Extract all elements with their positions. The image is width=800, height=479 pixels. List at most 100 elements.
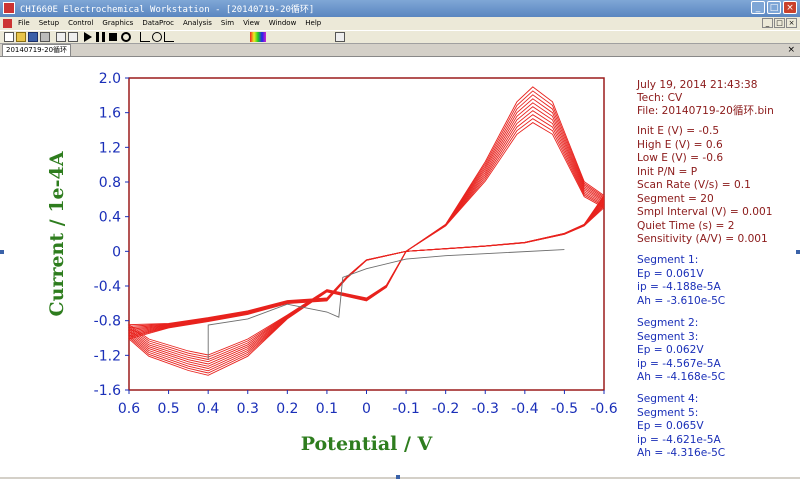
cv-chart: 0.6 0.5 0.4 0.3 0.2 0.1 0 -0.1 -0.2 -0.3 -0.4 -0.5-… (46, 71, 618, 455)
seg1-ah: Ah = -3.610e-5C (637, 295, 726, 307)
seg3-title: Segment 3: (637, 331, 699, 343)
y-tick-label: 0.4 (99, 210, 121, 226)
save-icon[interactable] (28, 32, 38, 42)
menu-items: File Setup Control Graphics DataProc Ana… (18, 17, 330, 30)
left-resize-handle[interactable] (0, 250, 4, 254)
x-tick-label: -0.6 (590, 401, 617, 417)
seg1-title: Segment 1: (637, 254, 699, 266)
minimize-button[interactable]: _ (751, 1, 765, 14)
menu-setup[interactable]: Setup (39, 17, 59, 30)
print-icon[interactable] (40, 32, 50, 42)
seg3-ip: ip = -4.567e-5A (637, 358, 721, 370)
seg1-ip: ip = -4.188e-5A (637, 281, 721, 293)
seg4-title: Segment 4: (637, 393, 699, 405)
seg5-ip: ip = -4.621e-5A (637, 434, 721, 446)
cv-cycle-line (128, 90, 605, 374)
param-sensitivity: Sensitivity (A/V) = 0.001 (637, 233, 768, 245)
graph-icon[interactable] (140, 32, 150, 42)
color-icon[interactable] (250, 32, 266, 42)
cv-cycle-line (127, 98, 605, 369)
help-icon[interactable] (335, 32, 345, 42)
x-tick-label: 0 (362, 401, 371, 417)
new-icon[interactable] (4, 32, 14, 42)
maximize-button[interactable]: □ (767, 1, 781, 14)
y-tick-label: 0.8 (99, 175, 121, 191)
y-tick-label: -0.4 (94, 279, 121, 295)
zoom-icon[interactable] (152, 32, 162, 42)
x-tick-label: 0.2 (276, 401, 298, 417)
param-sample-interval: Smpl Interval (V) = 0.001 (637, 206, 773, 218)
plot-frame (128, 77, 605, 391)
param-quiet-time: Quiet Time (s) = 2 (637, 220, 735, 232)
stop-icon[interactable] (109, 33, 117, 41)
cv-cycle-line (127, 110, 605, 363)
toolbar (0, 30, 800, 44)
app-icon (3, 2, 15, 14)
y-tick-label: -0.8 (94, 314, 121, 330)
menu-file[interactable]: File (18, 17, 30, 30)
menu-analysis[interactable]: Analysis (183, 17, 212, 30)
cv-cycle-line (128, 94, 605, 372)
x-tick-label: 0.5 (157, 401, 179, 417)
run-icon[interactable] (84, 32, 92, 42)
right-resize-handle[interactable] (796, 250, 800, 254)
title-bar: CHI660E Electrochemical Workstation - [2… (0, 0, 800, 18)
param-init-e: Init E (V) = -0.5 (637, 125, 720, 137)
bottom-resize-handle[interactable] (396, 475, 400, 479)
document-tab-bar: 20140719-20循环 × (0, 44, 800, 56)
seg5-ep: Ep = 0.065V (637, 420, 704, 432)
x-tick-label: 0.1 (316, 401, 338, 417)
window-title: CHI660E Electrochemical Workstation - [2… (20, 5, 315, 15)
document-tab[interactable]: 20140719-20循环 (2, 44, 72, 56)
param-segment: Segment = 20 (637, 193, 714, 205)
pause-icon[interactable] (96, 32, 105, 42)
y-tick-label: 2.0 (99, 71, 121, 87)
cv-cycle-line (128, 86, 605, 376)
menu-control[interactable]: Control (68, 17, 93, 30)
y-tick-label: 1.2 (99, 140, 121, 156)
seg2-title: Segment 2: (637, 317, 699, 329)
x-tick-label: -0.4 (511, 401, 538, 417)
info-file: File: 20140719-20循环.bin (637, 105, 774, 117)
seg5-title: Segment 5: (637, 407, 699, 419)
x-tick-label: 0.6 (118, 401, 140, 417)
menu-sim[interactable]: Sim (221, 17, 234, 30)
cv-cycle-line (127, 106, 605, 365)
y-axis-title: Current / 1e-4A (46, 151, 68, 316)
menu-graphics[interactable]: Graphics (102, 17, 133, 30)
info-date: July 19, 2014 21:43:38 (637, 79, 758, 91)
y-tick-label: 1.6 (99, 106, 121, 122)
x-tick-label: 0.3 (237, 401, 259, 417)
x-tick-label: -0.2 (432, 401, 459, 417)
y-tick-label: -1.2 (94, 348, 121, 364)
seg1-ep: Ep = 0.061V (637, 268, 704, 280)
menu-view[interactable]: View (243, 17, 260, 30)
document-controls: _ □ × (762, 18, 797, 28)
doc-minimize-button[interactable]: _ (762, 18, 773, 28)
y-tick-label: 0 (112, 244, 121, 260)
seg5-ah: Ah = -4.316e-5C (637, 447, 726, 459)
reverse-icon[interactable] (121, 32, 131, 42)
close-button[interactable]: × (783, 1, 797, 14)
menu-help[interactable]: Help (305, 17, 321, 30)
overlay-icon[interactable] (164, 32, 174, 42)
x-tick-label: -0.5 (551, 401, 578, 417)
tab-close-icon[interactable]: × (787, 44, 795, 56)
open-icon[interactable] (16, 32, 26, 42)
document-system-icon[interactable] (3, 19, 12, 28)
x-axis-title: Potential / V (301, 433, 434, 455)
cv-cycle-line (127, 102, 605, 367)
menu-dataproc[interactable]: DataProc (142, 17, 174, 30)
param-scan-rate: Scan Rate (V/s) = 0.1 (637, 179, 751, 191)
seg3-ep: Ep = 0.062V (637, 344, 704, 356)
seg3-ah: Ah = -4.168e-5C (637, 371, 726, 383)
x-tick-label: -0.1 (392, 401, 419, 417)
menu-window[interactable]: Window (269, 17, 297, 30)
doc-close-button[interactable]: × (786, 18, 797, 28)
param-init-pn: Init P/N = P (637, 166, 698, 178)
doc-restore-button[interactable]: □ (774, 18, 785, 28)
window-controls: _ □ × (751, 1, 797, 14)
parameter-icon[interactable] (68, 32, 78, 42)
technique-icon[interactable] (56, 32, 66, 42)
y-tick-label: -1.6 (94, 383, 121, 399)
